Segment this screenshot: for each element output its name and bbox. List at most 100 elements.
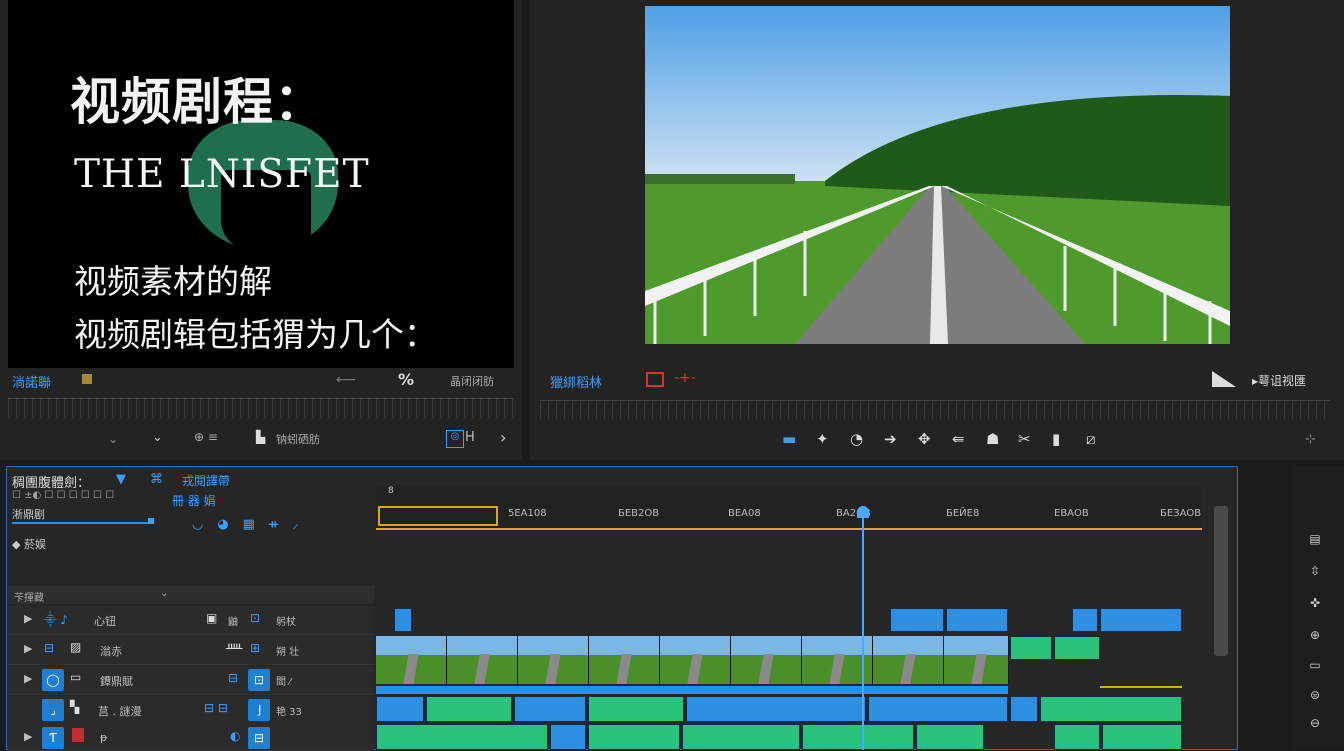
audio-clip[interactable] [686, 696, 866, 722]
program-time-ruler[interactable] [540, 400, 1330, 419]
chevron-down-icon[interactable]: ▼ [116, 472, 126, 487]
clip[interactable] [394, 608, 412, 632]
audio-clip[interactable] [1040, 696, 1182, 722]
audio-clip[interactable] [588, 724, 680, 750]
audio-clip[interactable] [376, 696, 424, 722]
track-header-5[interactable]: ▶ Ƭ ᵽ ◐ ⊟ [8, 724, 374, 751]
video-thumbnail[interactable] [589, 636, 660, 684]
razor-tool-icon[interactable]: ⊕ [1306, 628, 1324, 642]
source-panel-label[interactable]: 淌諾聯 [12, 372, 51, 391]
audio-clip[interactable] [588, 696, 684, 722]
clip[interactable] [946, 608, 1008, 632]
work-area-bar[interactable] [378, 506, 498, 526]
lift-icon[interactable]: ✂ [1018, 430, 1031, 448]
source-tab-icon[interactable] [82, 374, 92, 384]
step-back-icon[interactable]: ➔ [884, 430, 897, 448]
slider-handle[interactable] [148, 518, 154, 524]
play-icon[interactable]: ▶ [24, 730, 32, 743]
audio-clip[interactable] [682, 724, 800, 750]
solo-button[interactable]: ⌋ [248, 699, 270, 721]
video-thumbnail[interactable] [660, 636, 731, 684]
chevron-down-icon[interactable]: ⌄ [152, 430, 163, 445]
play-icon[interactable]: ▶ [24, 672, 32, 685]
settings-icon[interactable]: ⊕ ≡ [194, 430, 218, 444]
track-header-3[interactable]: ▶ ◯ ▭ 鐔鼎賦 ⊟ ⊡ 閻 ⁄ [8, 666, 374, 695]
audio-clip[interactable] [376, 724, 548, 750]
audio-clip[interactable] [1010, 696, 1038, 722]
clip[interactable] [1072, 608, 1098, 632]
insert-icon[interactable]: ▙ [256, 430, 265, 444]
selection-tool-icon[interactable]: ▤ [1306, 532, 1324, 546]
record-icon[interactable] [646, 372, 664, 387]
audio-clip[interactable] [1010, 636, 1052, 660]
audio-waveform[interactable] [376, 686, 1008, 694]
marker-icon[interactable]: ▬ [782, 430, 796, 448]
mute-button[interactable]: ⊡ [248, 669, 270, 691]
link-icon[interactable]: -+- [674, 370, 696, 386]
hand-tool-icon[interactable]: ⊖ [1306, 716, 1324, 730]
keyframe-icon[interactable]: ◐ [230, 729, 240, 743]
audio-clip[interactable] [1054, 724, 1100, 750]
timeline-tab[interactable]: 戎閱譯帶 [182, 472, 230, 489]
mute-icon[interactable]: ⊞ [250, 641, 260, 655]
lock-icon[interactable]: ▣ [206, 611, 217, 625]
video-thumbnail[interactable] [376, 636, 447, 684]
arrow-left-icon[interactable]: ⟵ [336, 372, 356, 388]
clip[interactable] [890, 608, 944, 632]
tool-icons[interactable]: ◡◕▦ᚑ⸝ [192, 514, 313, 532]
audio-clip[interactable] [550, 724, 586, 750]
track-header-4[interactable]: ⌟ ▚ 莒 . 謎漫 ⊟ ⊟ ⌋ 艳 33 [8, 696, 374, 725]
timeline-tab-sub[interactable]: 冊 器 娟 [172, 492, 216, 509]
video-thumbnail[interactable] [944, 636, 1009, 684]
playhead-line[interactable] [862, 516, 864, 750]
clip[interactable] [1100, 608, 1182, 632]
fit-icon[interactable]: ◎ [446, 430, 464, 448]
track-header-1[interactable]: ▶ ⸎ ♪ 心钮 ▣ 鼬 ⊡ 躬杖 [8, 606, 374, 635]
source-video-frame[interactable]: 视频剧程： THE LNISFET 视频素材的解 视频剧辑包括猬为几个： [8, 0, 514, 368]
video-thumbnail[interactable] [731, 636, 802, 684]
source-time-ruler[interactable] [8, 398, 514, 417]
extract-icon[interactable]: ▮ [1052, 430, 1060, 448]
audio-clip[interactable] [514, 696, 586, 722]
sync-icon[interactable]: ⊟ [228, 671, 238, 685]
audio-clip[interactable] [868, 696, 1008, 722]
eye-icon[interactable]: ◯ [42, 669, 64, 691]
mute-button[interactable]: ⊟ [248, 727, 270, 749]
chevron-right-icon[interactable]: › [500, 428, 506, 447]
chevron-down-icon[interactable]: ⌄ [108, 432, 118, 446]
play-icon[interactable]: ▶ [24, 642, 32, 655]
audio-clip[interactable] [802, 724, 914, 750]
chevron-down-icon[interactable]: ⌄ [160, 588, 168, 599]
slip-tool-icon[interactable]: ▭ [1306, 658, 1324, 672]
video-thumbnail[interactable] [873, 636, 944, 684]
audio-clip[interactable] [426, 696, 512, 722]
audio-clip[interactable] [916, 724, 984, 750]
program-panel-label[interactable]: 獵綁稻林 [550, 372, 602, 391]
percent-label[interactable]: % [398, 370, 414, 389]
play-icon[interactable]: ✥ [918, 430, 931, 448]
go-to-out-icon[interactable]: ☗ [986, 430, 999, 448]
video-thumbnail[interactable] [518, 636, 589, 684]
sync-icon[interactable]: ⊟ ⊟ [204, 701, 228, 715]
ripple-edit-icon[interactable]: ✜ [1306, 596, 1324, 610]
go-to-in-icon[interactable]: ◔ [850, 430, 863, 448]
track-header-2[interactable]: ▶ ⊟ ▨ 滃赤 ᚊ ⊞ 朔 壮 [8, 636, 374, 665]
program-video-frame[interactable] [645, 6, 1230, 344]
track-target-icon[interactable]: ⊟ [44, 641, 54, 655]
step-forward-icon[interactable]: ⇚ [952, 430, 965, 448]
add-track-label[interactable]: ◆ 菸娱 [12, 536, 46, 552]
track-lock-button[interactable]: ⌟ [42, 699, 64, 721]
pen-tool-icon[interactable]: ⊜ [1306, 688, 1324, 702]
timeline-title[interactable]: 稠團腹體劍： [12, 472, 90, 491]
audio-clip[interactable] [1102, 724, 1182, 750]
track-type-button[interactable]: Ƭ [42, 727, 64, 749]
program-right-label[interactable]: ▸萼诅视匯 [1252, 372, 1306, 389]
settings-icon[interactable]: ⊹ [1305, 432, 1316, 447]
search-input[interactable]: 淅鼎剧 [12, 506, 152, 524]
play-icon[interactable]: ▶ [24, 612, 32, 625]
sync-icon[interactable]: ⊡ [250, 611, 260, 625]
mark-in-icon[interactable]: ✦ [816, 430, 829, 448]
sync-icon[interactable]: ᚊ [226, 641, 242, 655]
track-target-icon[interactable]: ⸎ ♪ [44, 611, 68, 628]
sequence-icon[interactable]: ⌘ [150, 472, 163, 487]
